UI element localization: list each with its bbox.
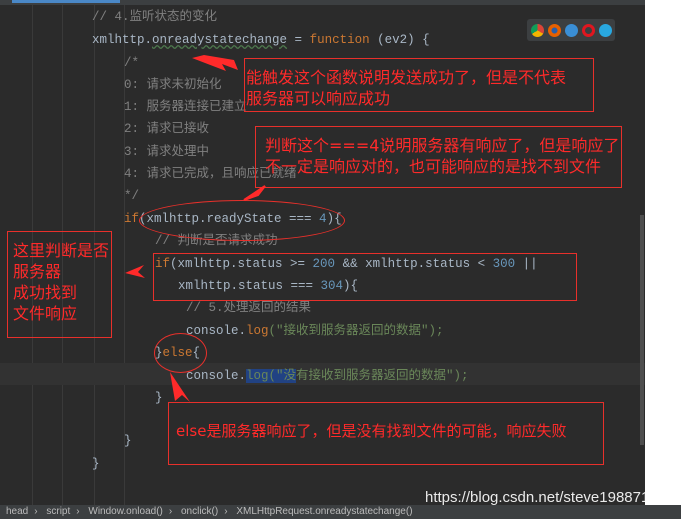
arrow-icon	[125, 265, 145, 278]
breadcrumb-item[interactable]: onclick()	[181, 506, 218, 517]
breadcrumb-item[interactable]: script	[46, 506, 70, 517]
arrow-icon	[170, 372, 190, 402]
arrow-icon	[192, 55, 238, 71]
breadcrumb-item[interactable]: head	[6, 506, 28, 517]
arrow-icon	[243, 185, 266, 201]
watermark: https://blog.csdn.net/steve1988717	[425, 489, 658, 506]
breadcrumb-item[interactable]: XMLHttpRequest.onreadystatechange()	[236, 506, 412, 517]
annotation-arrows	[125, 55, 266, 402]
breadcrumb-item[interactable]: Window.onload()	[88, 506, 162, 517]
breadcrumb: head › script › Window.onload() › onclick()…	[0, 505, 681, 519]
